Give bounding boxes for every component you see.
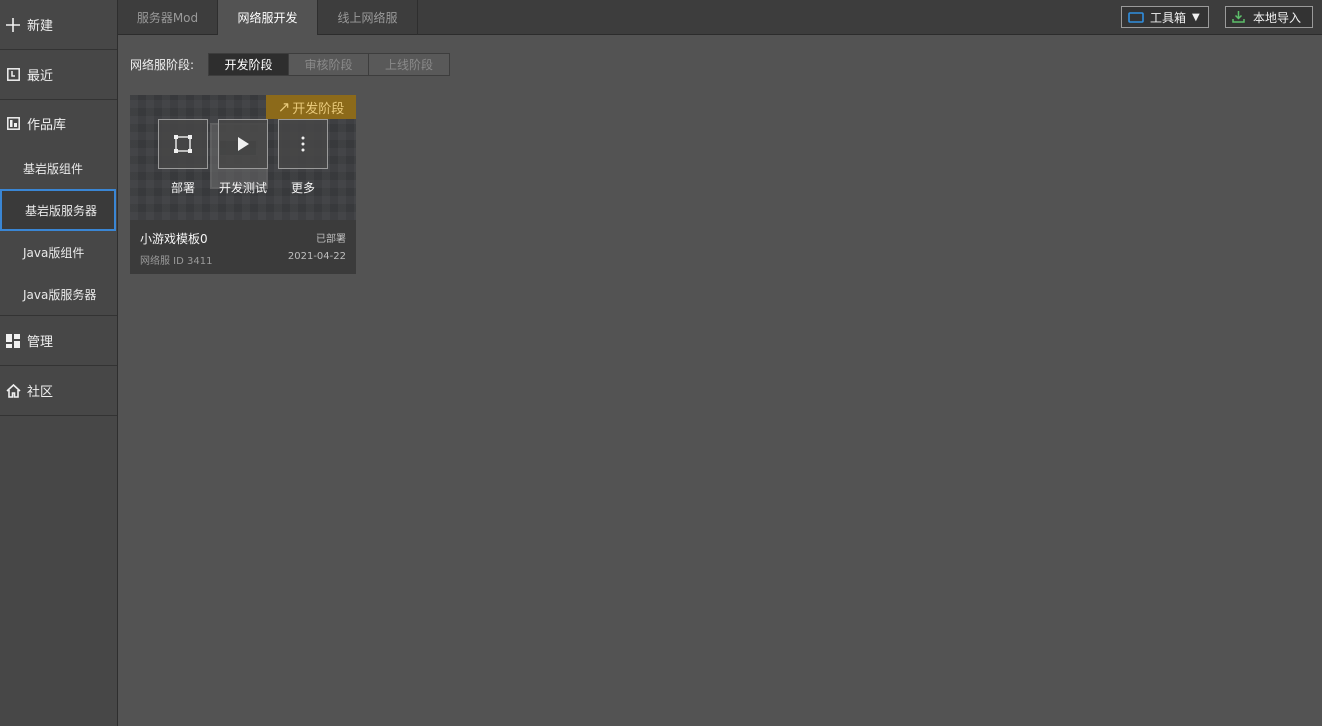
play-icon-box	[218, 119, 268, 169]
sidebar-item-label: Java版服务器	[23, 287, 97, 302]
deploy-button[interactable]: 部署	[158, 119, 208, 196]
deploy-icon-box	[158, 119, 208, 169]
tab-label: 网络服开发	[237, 11, 298, 25]
tab-server-mod[interactable]: 服务器Mod	[118, 0, 218, 35]
local-import-button[interactable]: 本地导入	[1225, 6, 1313, 28]
sidebar-item-new[interactable]: 新建	[0, 0, 117, 50]
sidebar-item-community[interactable]: 社区	[0, 366, 117, 416]
card-date: 2021-04-22	[287, 251, 346, 262]
library-icon	[5, 116, 21, 132]
caret-down-icon: ▼	[1192, 11, 1200, 23]
tab-label: 服务器Mod	[136, 11, 199, 25]
toolbox-label: 工具箱	[1150, 10, 1187, 25]
sidebar-item-label: Java版组件	[23, 245, 85, 260]
import-label: 本地导入	[1253, 10, 1302, 25]
tab-online-network-server[interactable]: 线上网络服	[318, 0, 418, 35]
sidebar-item-java-components[interactable]: Java版组件	[0, 231, 117, 273]
sidebar-item-label: 基岩版组件	[23, 161, 84, 176]
download-icon	[1232, 11, 1245, 23]
stage-option-review[interactable]: 审核阶段	[289, 53, 370, 75]
stage-segmented-control: 开发阶段 审核阶段 上线阶段	[208, 52, 451, 76]
more-button[interactable]: 更多	[278, 119, 328, 196]
sidebar-item-java-servers[interactable]: Java版服务器	[0, 273, 117, 315]
home-icon	[5, 383, 21, 399]
card-title: 小游戏模板0	[140, 232, 208, 246]
toolbox-icon	[1128, 11, 1144, 23]
arrow-up-right-icon: ↗	[277, 98, 291, 116]
stage-filter-label: 网络服阶段:	[130, 57, 195, 72]
deploy-label: 部署	[170, 181, 195, 195]
dashboard-icon	[5, 333, 21, 349]
sidebar-item-label: 社区	[27, 385, 54, 400]
deploy-icon	[173, 134, 193, 154]
stage-badge: ↗ 开发阶段	[266, 95, 356, 119]
sidebar-item-label: 作品库	[27, 118, 67, 133]
card-thumbnail: ↗ 开发阶段 部署 开发测试 更多	[130, 95, 356, 220]
sidebar-item-library[interactable]: 作品库	[0, 100, 117, 147]
stage-option-online[interactable]: 上线阶段	[369, 53, 450, 75]
tab-network-server-dev[interactable]: 网络服开发	[218, 0, 318, 35]
stage-badge-label: 开发阶段	[292, 101, 345, 117]
tab-label: 线上网络服	[337, 11, 398, 25]
server-card[interactable]: ↗ 开发阶段 部署 开发测试 更多 小游戏模板0 已部署 网络服 ID 3411…	[130, 95, 356, 274]
sidebar-library-group: 作品库 基岩版组件 基岩版服务器 Java版组件 Java版服务器	[0, 100, 117, 316]
sidebar-item-label: 最近	[27, 69, 54, 84]
plus-icon	[5, 17, 21, 33]
dev-test-button[interactable]: 开发测试	[218, 119, 268, 196]
sidebar-item-bedrock-servers[interactable]: 基岩版服务器	[0, 189, 116, 231]
play-icon	[236, 136, 250, 152]
clock-icon	[5, 67, 21, 83]
more-label: 更多	[290, 181, 315, 195]
deploy-status: 已部署	[316, 234, 346, 245]
sidebar-item-recent[interactable]: 最近	[0, 50, 117, 100]
toolbox-button[interactable]: 工具箱 ▼	[1121, 6, 1209, 28]
dev-test-label: 开发测试	[218, 181, 267, 195]
sidebar-item-label: 新建	[27, 19, 54, 34]
sidebar-item-bedrock-components[interactable]: 基岩版组件	[0, 147, 117, 189]
sidebar-item-label: 管理	[27, 335, 54, 350]
server-id: 网络服 ID 3411	[140, 256, 213, 267]
more-icon-box	[278, 119, 328, 169]
sidebar: 新建 最近 作品库 基岩版组件 基岩版服务器 Java版组件 Java版服务器	[0, 0, 118, 726]
top-tab-bar: 服务器Mod 网络服开发 线上网络服 工具箱 ▼ 本地导入	[118, 0, 1322, 35]
sidebar-item-label: 基岩版服务器	[25, 203, 98, 218]
stage-filter: 网络服阶段: 开发阶段 审核阶段 上线阶段	[130, 52, 451, 76]
sidebar-item-manage[interactable]: 管理	[0, 316, 117, 366]
more-vertical-icon	[301, 136, 305, 152]
stage-option-dev[interactable]: 开发阶段	[209, 53, 290, 75]
